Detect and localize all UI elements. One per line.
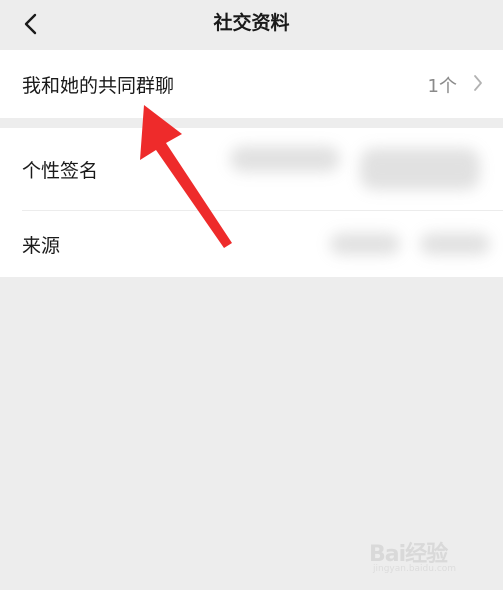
signature-blurred-value-2: [360, 148, 480, 190]
signature-row: 个性签名: [0, 128, 503, 210]
signature-label: 个性签名: [22, 160, 99, 182]
source-row: 来源: [0, 211, 503, 277]
nav-bar: 社交资料: [0, 0, 503, 48]
source-label: 来源: [22, 235, 61, 257]
page-title: 社交资料: [213, 12, 290, 34]
common-groups-row[interactable]: 我和她的共同群聊 1个: [0, 50, 503, 118]
watermark-subtext: jingyan.baidu.com: [373, 564, 457, 574]
chevron-right-icon: [474, 75, 482, 91]
signature-blurred-value: [230, 146, 340, 172]
watermark: Bai经验 jingyan.baidu.com: [367, 532, 487, 580]
section-gap: [0, 118, 503, 128]
common-groups-count: 1个: [427, 76, 457, 97]
profile-info-card: 个性签名 来源: [0, 128, 503, 277]
source-blurred-value-2: [420, 233, 490, 255]
common-groups-label: 我和她的共同群聊: [22, 75, 175, 97]
source-blurred-value: [330, 233, 400, 255]
